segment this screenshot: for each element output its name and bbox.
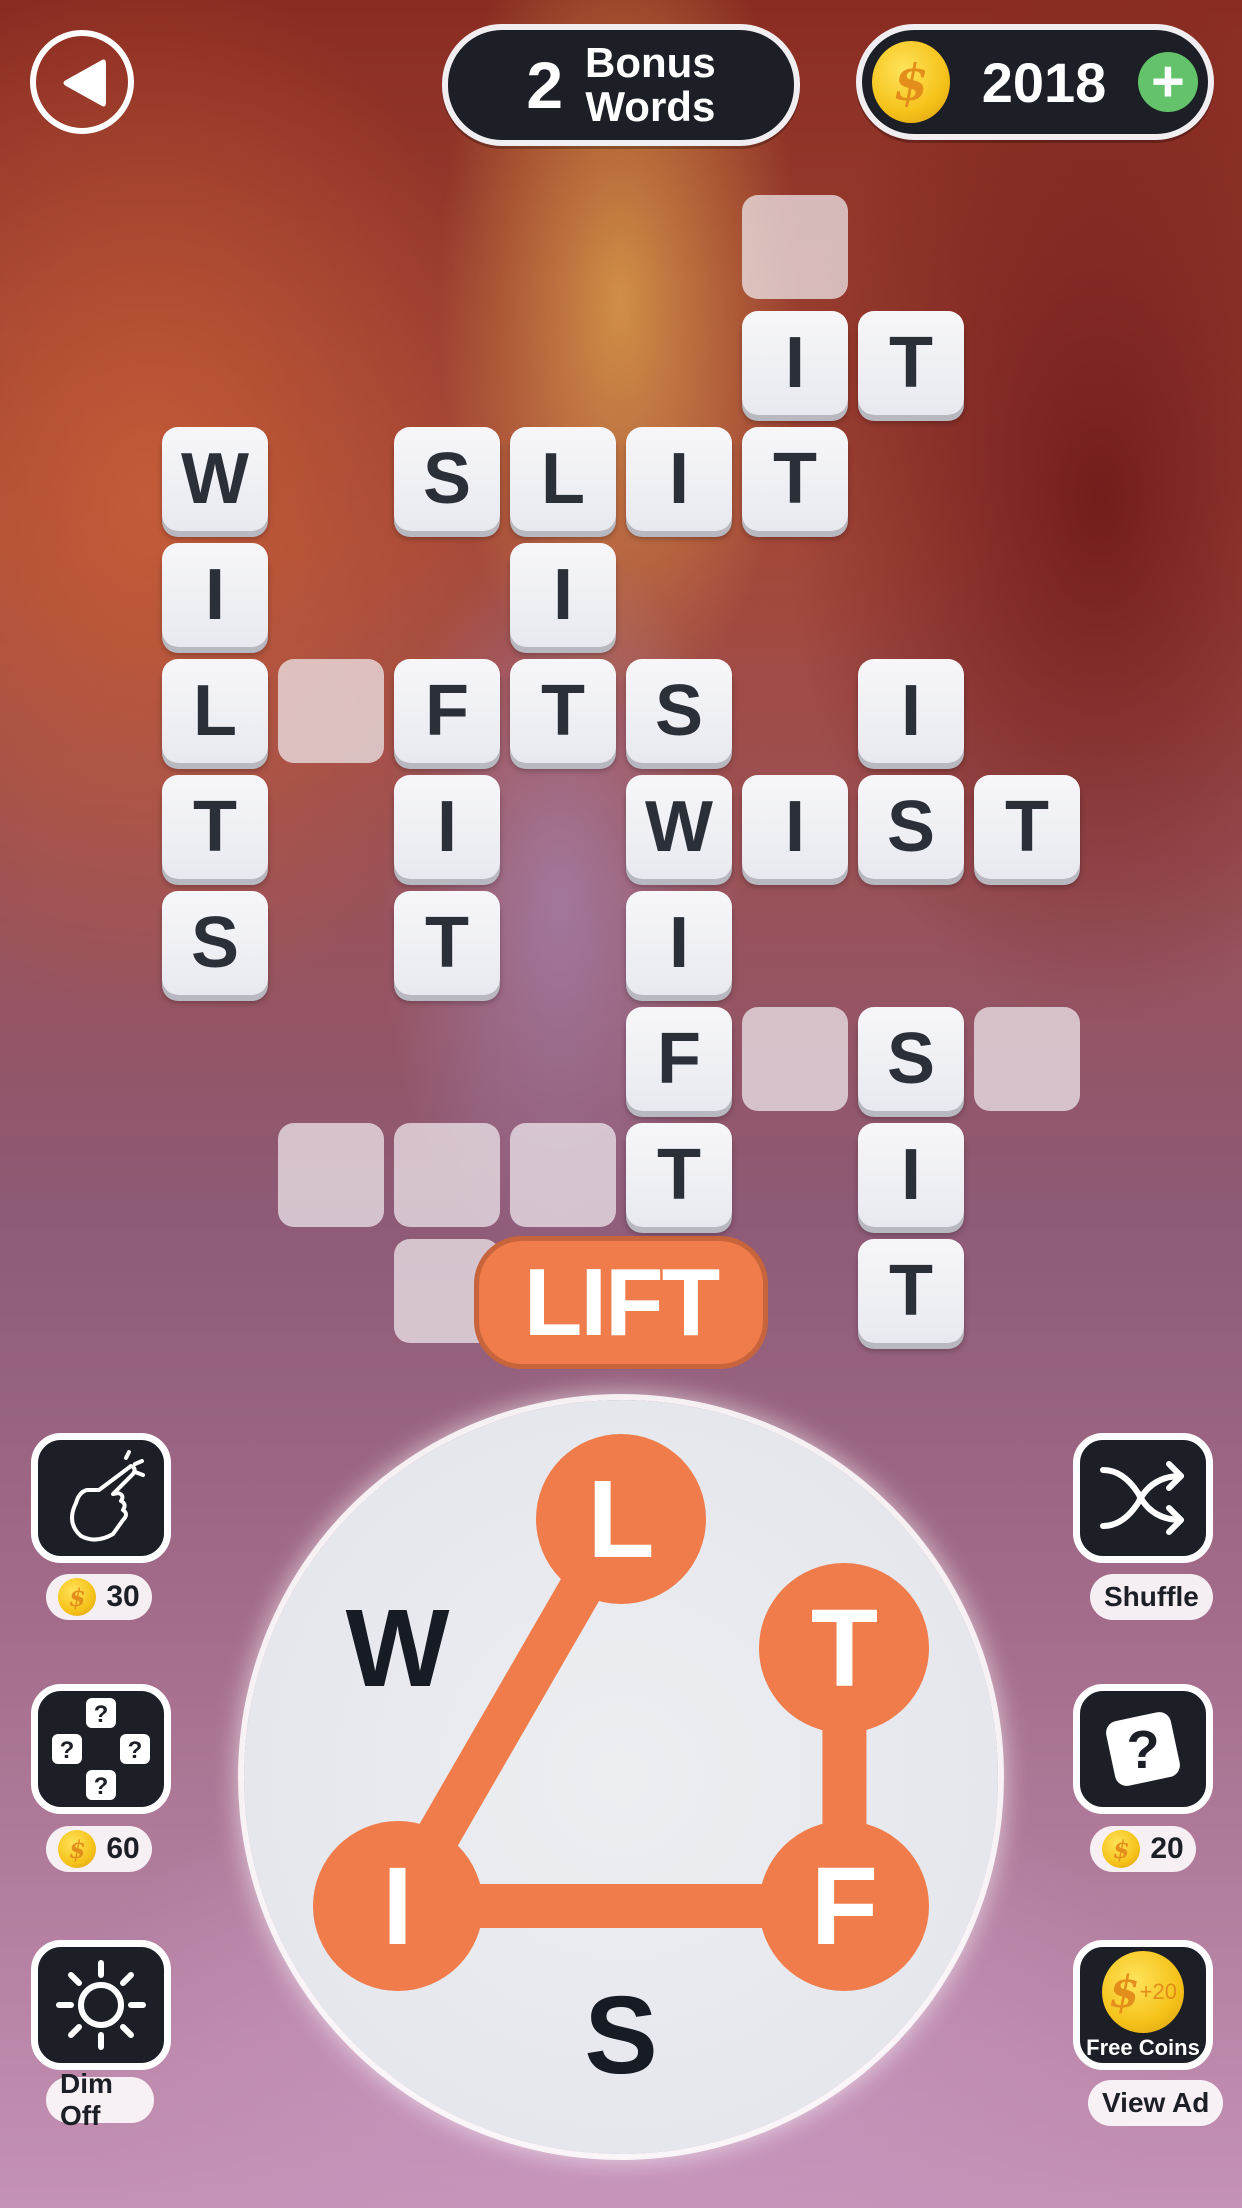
free-coins-amount: +20 [1139, 1979, 1177, 2004]
coin-balance: $ 2018 + [856, 24, 1214, 140]
grid-tile-filled: F [394, 659, 500, 763]
grid-tile-filled: S [626, 659, 732, 763]
back-arrow-icon [63, 59, 106, 107]
random-reveal-icon: ???? [52, 1698, 150, 1800]
finger-hint-button[interactable] [31, 1433, 171, 1563]
shuffle-label: Shuffle [1090, 1574, 1213, 1620]
coin-icon: $ [1102, 1830, 1141, 1868]
grid-tile-empty [974, 1007, 1080, 1111]
svg-text:?: ? [94, 1773, 109, 1800]
bonus-label-line2: Words [585, 83, 716, 130]
grid-tile-filled: S [858, 1007, 964, 1111]
grid-tile-filled: I [510, 543, 616, 647]
grid-tile-filled: I [742, 775, 848, 879]
coin-symbol: $ [1109, 1966, 1140, 2018]
grid-tile-filled: T [974, 775, 1080, 879]
bonus-label-line1: Bonus [585, 39, 716, 86]
grid-tile-filled: W [626, 775, 732, 879]
grid-tile-filled: T [626, 1123, 732, 1227]
grid-tile-filled: T [858, 1239, 964, 1343]
wheel-letter-f[interactable]: F [759, 1821, 930, 1991]
coin-icon: $ [58, 1578, 97, 1616]
dim-toggle-button[interactable] [31, 1940, 171, 2070]
grid-tile-filled: T [742, 427, 848, 531]
view-ad-label: View Ad [1088, 2080, 1224, 2126]
price-value: 60 [106, 1832, 140, 1865]
grid-tile-empty [278, 659, 384, 763]
svg-text:?: ? [60, 1737, 75, 1764]
svg-text:?: ? [1127, 1720, 1160, 1780]
question-icon: ? [1106, 1712, 1180, 1786]
grid-tile-filled: I [626, 427, 732, 531]
grid-tile-filled: W [162, 427, 268, 531]
add-coins-button[interactable]: + [1137, 49, 1198, 114]
grid-tile-filled: I [162, 543, 268, 647]
plus-icon: + [1151, 49, 1185, 114]
grid-tile-filled: T [394, 891, 500, 995]
grid-tile-filled: L [510, 427, 616, 531]
coin-count: 2018 [981, 50, 1107, 114]
bonus-words-count: 2 [526, 48, 564, 122]
wheel-letter-i[interactable]: I [312, 1821, 483, 1991]
finger-hint-price: $ 30 [46, 1574, 152, 1620]
grid-tile-empty [510, 1123, 616, 1227]
grid-tile-filled: I [626, 891, 732, 995]
bonus-words-button[interactable]: 2 Bonus Words [442, 24, 800, 146]
grid-tile-filled: F [626, 1007, 732, 1111]
finger-tap-icon [70, 1450, 145, 1542]
back-button[interactable] [30, 30, 134, 134]
wheel-letter-l[interactable]: L [536, 1434, 706, 1604]
free-coins-caption: Free Coins [1086, 2035, 1200, 2060]
grid-tile-filled: I [742, 311, 848, 415]
grid-tile-filled: T [162, 775, 268, 879]
grid-tile-filled: I [394, 775, 500, 879]
wheel-letter-s[interactable]: S [536, 1950, 706, 2120]
letter-hint-button[interactable]: ? [1073, 1684, 1213, 1814]
price-value: 20 [1150, 1832, 1184, 1865]
letter-hint-price: $ 20 [1090, 1826, 1196, 1872]
wheel-letter-t[interactable]: T [759, 1563, 930, 1733]
grid-tile-filled: S [162, 891, 268, 995]
current-word-preview: LIFT [474, 1236, 768, 1369]
shuffle-icon [1100, 1461, 1184, 1535]
grid-tile-filled: I [858, 1123, 964, 1227]
wheel-letter-w[interactable]: W [313, 1563, 483, 1733]
grid-tile-empty [742, 1007, 848, 1111]
bonus-words-label: Bonus Words [585, 41, 716, 129]
grid-tile-filled: I [858, 659, 964, 763]
price-value: 30 [106, 1580, 140, 1613]
coin-icon: $ [58, 1830, 97, 1868]
grid-tile-empty [394, 1123, 500, 1227]
svg-text:?: ? [94, 1701, 109, 1728]
random-reveal-button[interactable]: ???? [31, 1684, 171, 1814]
grid-tile-filled: T [510, 659, 616, 763]
random-reveal-price: $ 60 [46, 1826, 152, 1872]
grid-tile-filled: S [394, 427, 500, 531]
grid-tile-filled: L [162, 659, 268, 763]
sun-icon [56, 1960, 146, 2050]
coin-icon: $ [872, 41, 950, 123]
grid-tile-empty [742, 195, 848, 299]
shuffle-button[interactable] [1073, 1433, 1213, 1563]
grid-tile-filled: T [858, 311, 964, 415]
grid-tile-empty [278, 1123, 384, 1227]
grid-tile-filled: S [858, 775, 964, 879]
free-coins-button[interactable]: $ +20 Free Coins [1073, 1940, 1213, 2070]
free-coins-icon: $ +20 [1102, 1951, 1184, 2033]
letter-wheel[interactable]: LTFSIW [244, 1400, 998, 2154]
dim-label: Dim Off [46, 2068, 154, 2131]
svg-text:?: ? [128, 1737, 143, 1764]
